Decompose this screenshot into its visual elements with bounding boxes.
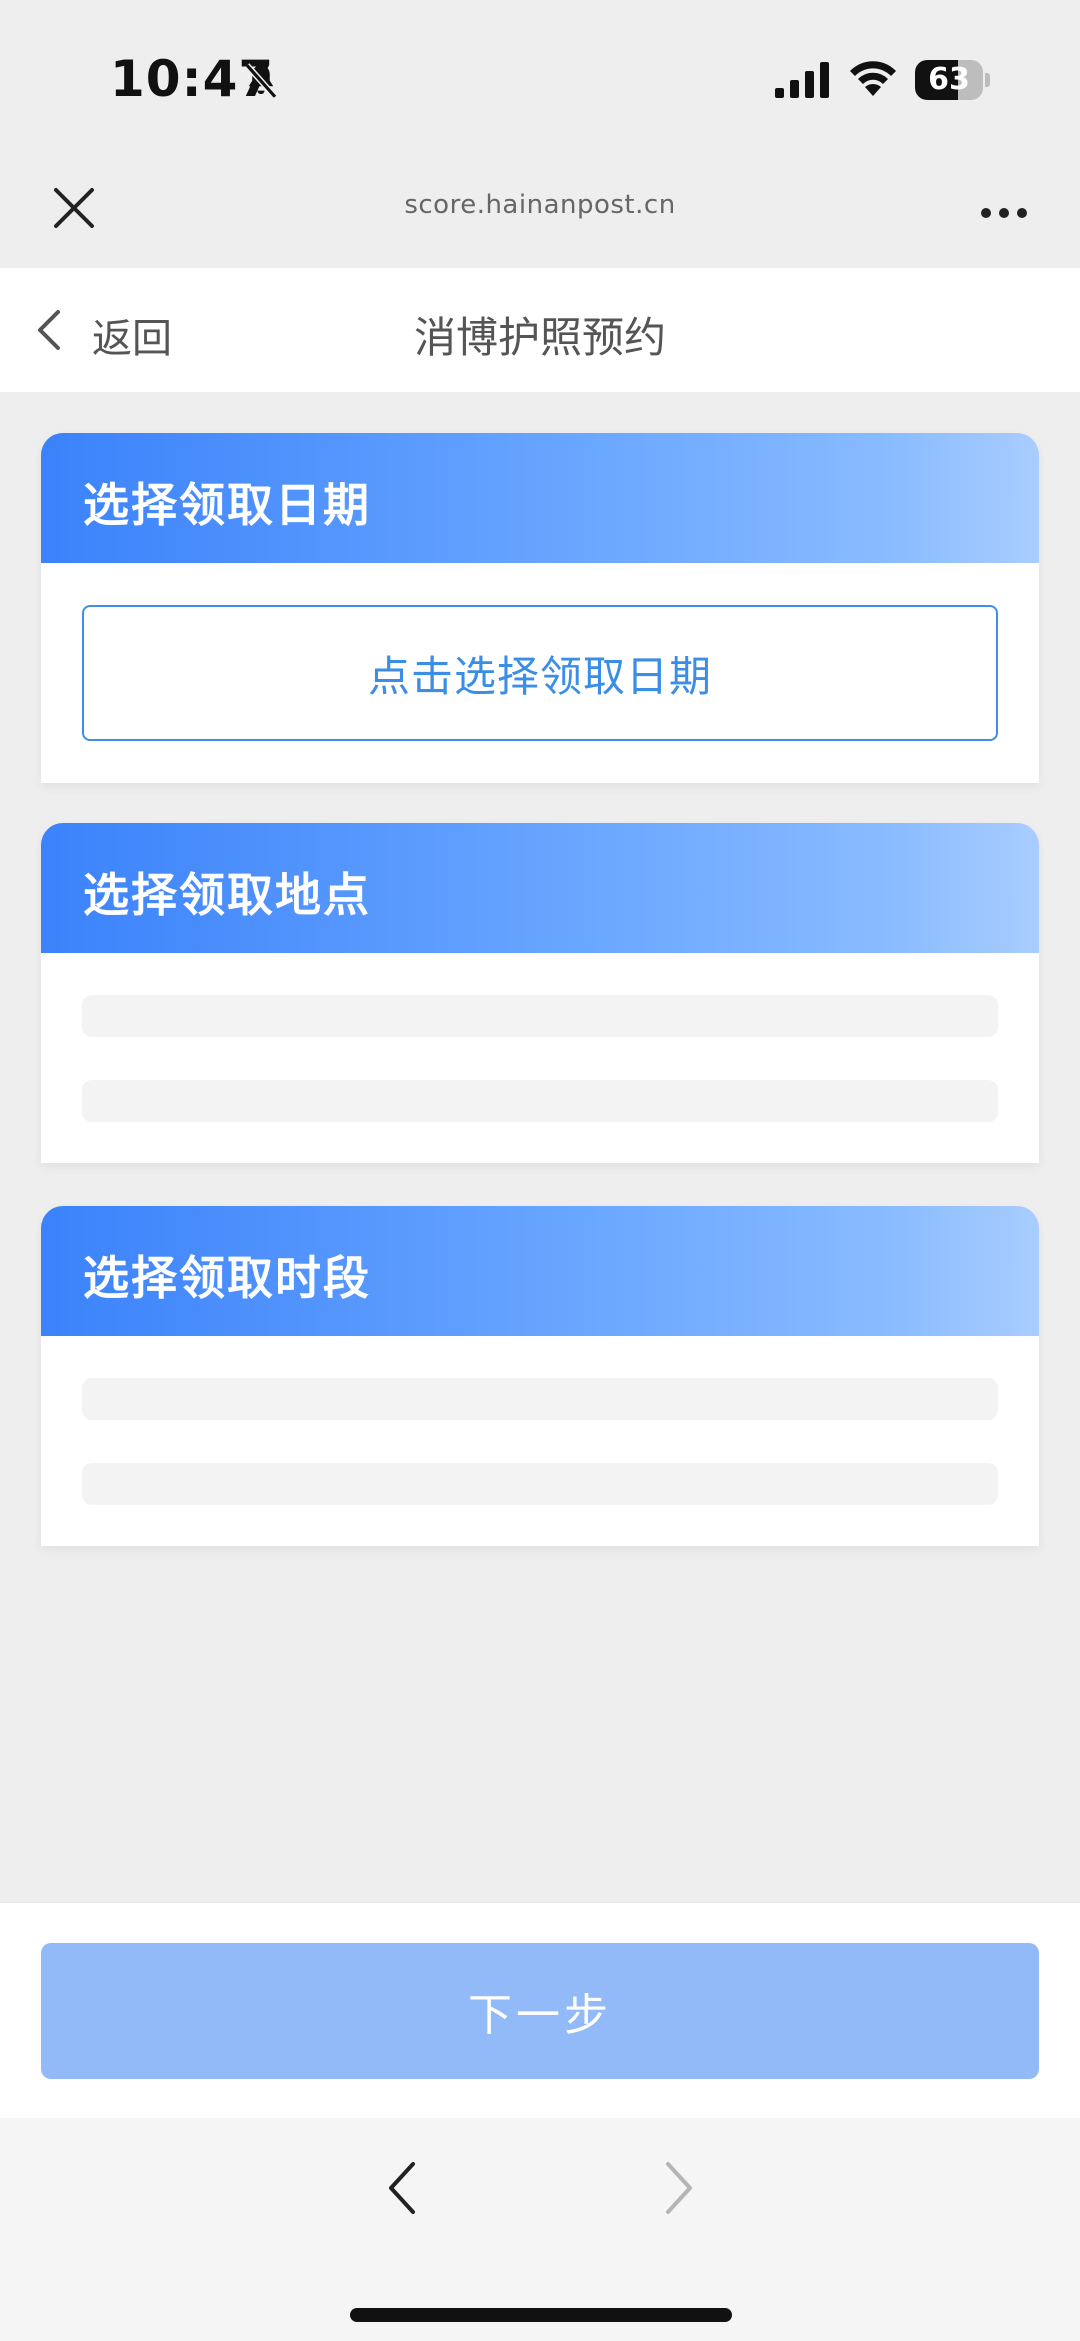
bottom-action-bar: 下一步 (0, 1902, 1080, 2118)
location-section-title: 选择领取地点 (83, 868, 371, 922)
location-placeholder-line (82, 995, 998, 1037)
page-header: 返回 消博护照预约 (0, 268, 1080, 392)
browser-bottom-nav (0, 2118, 1080, 2341)
date-section-header: 选择领取日期 (41, 433, 1039, 563)
signal-icon (775, 62, 829, 98)
next-step-button[interactable]: 下一步 (41, 1943, 1039, 2079)
location-section: 选择领取地点 (41, 823, 1039, 1163)
wifi-icon (850, 61, 896, 96)
timeslot-section: 选择领取时段 (41, 1206, 1039, 1546)
battery-level: 63 (928, 62, 970, 97)
nav-forward-icon[interactable] (662, 2160, 696, 2216)
battery-icon: 63 (915, 60, 990, 100)
screen: 10:47 63 score.hainanpost.cn 返回 消博护照预约 选… (0, 0, 1080, 2341)
date-section-title: 选择领取日期 (83, 478, 371, 532)
more-icon[interactable] (980, 205, 1028, 221)
timeslot-section-title: 选择领取时段 (83, 1251, 371, 1305)
date-section: 选择领取日期 点击选择领取日期 (41, 433, 1039, 783)
nav-back-icon[interactable] (385, 2160, 419, 2216)
home-indicator (350, 2308, 732, 2322)
status-bar: 10:47 63 (0, 0, 1080, 150)
location-section-header: 选择领取地点 (41, 823, 1039, 953)
browser-top-bar: score.hainanpost.cn (0, 150, 1080, 268)
bell-muted-icon (244, 63, 278, 99)
url-label: score.hainanpost.cn (404, 190, 676, 220)
page-title: 消博护照预约 (413, 313, 666, 362)
location-placeholder-line (82, 1080, 998, 1122)
timeslot-placeholder-line (82, 1463, 998, 1505)
timeslot-section-header: 选择领取时段 (41, 1206, 1039, 1336)
select-date-button[interactable]: 点击选择领取日期 (82, 605, 998, 741)
timeslot-placeholder-line (82, 1378, 998, 1420)
